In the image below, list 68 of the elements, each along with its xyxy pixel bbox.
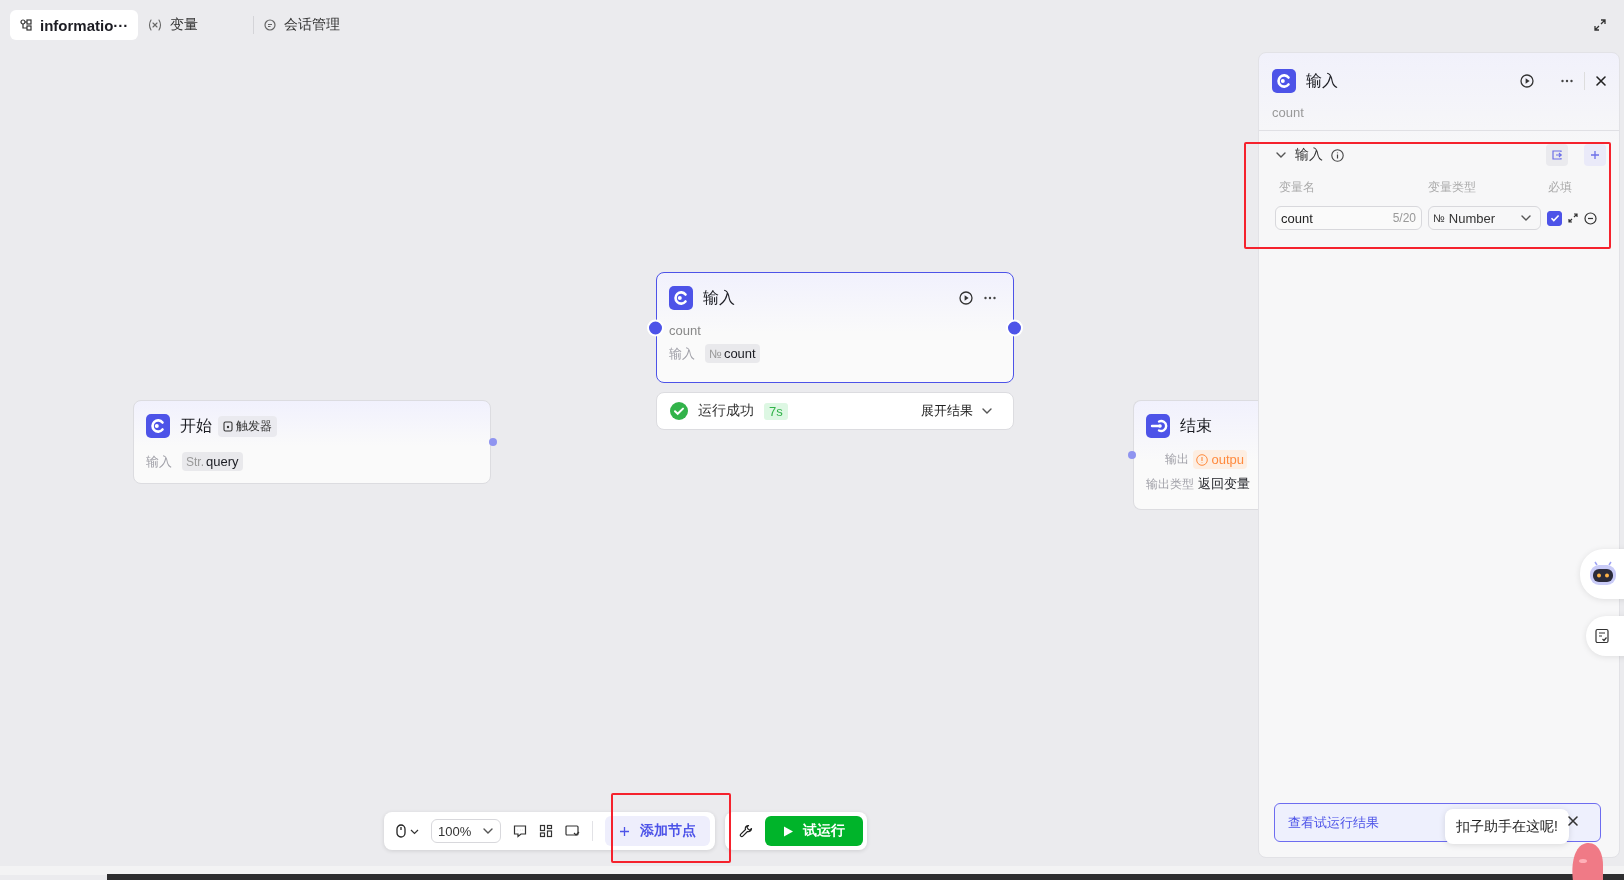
tab[interactable]: 变量	[138, 10, 254, 40]
scroll-bar[interactable]	[107, 874, 1624, 880]
row-value: 返回变量	[1198, 475, 1250, 493]
column-header: 必填	[1548, 179, 1572, 196]
warning-icon	[1196, 453, 1209, 466]
variable-icon	[148, 19, 163, 31]
add-button[interactable]	[1584, 144, 1606, 166]
add-node-button[interactable]: 添加节点	[605, 816, 710, 846]
comment-icon[interactable]	[513, 824, 527, 838]
plus-icon	[1590, 150, 1600, 160]
expand-icon[interactable]	[1594, 19, 1606, 31]
flow-icon	[20, 19, 32, 31]
logo-icon	[669, 286, 693, 310]
row-label: 输出类型	[1146, 475, 1194, 493]
logo-icon	[146, 414, 170, 438]
node-card[interactable]: 输入 count 输入 №count	[656, 272, 1014, 383]
section-title: 输入	[1295, 146, 1323, 164]
variable-tag: Str.query	[182, 452, 243, 471]
required-checkbox[interactable]	[1547, 210, 1562, 226]
node-card[interactable]: 开始 触发器 输入 Str.query	[133, 400, 491, 484]
row-label: 输出	[1164, 451, 1190, 468]
tab[interactable]: 会话管理	[254, 10, 351, 40]
play-icon[interactable]	[959, 291, 973, 305]
play-icon	[783, 825, 793, 837]
notes-button[interactable]	[1586, 616, 1624, 656]
logo-icon	[1272, 69, 1296, 93]
chat-icon	[264, 19, 277, 31]
minimap-icon[interactable]	[565, 824, 580, 838]
column-header: 变量类型	[1428, 179, 1477, 196]
close-icon[interactable]	[1595, 75, 1607, 87]
robot-icon	[1588, 561, 1618, 587]
variable-tag: №count	[705, 344, 760, 363]
trigger-badge: 触发器	[218, 415, 277, 437]
zoom-select[interactable]: 100%	[431, 819, 501, 843]
column-header: 变量名	[1279, 179, 1316, 196]
node-title: 输入	[703, 287, 735, 308]
run-time-badge: 7s	[764, 402, 788, 420]
panel-title: 输入	[1306, 70, 1338, 91]
assistant-tooltip: 扣子助手在这呢!	[1445, 809, 1569, 844]
tab[interactable]: informatio···	[10, 10, 139, 40]
node-title: 结束	[1180, 415, 1212, 436]
node-description: count	[669, 323, 702, 338]
row-label: 输入	[669, 344, 695, 363]
assistant-button[interactable]	[1580, 549, 1624, 599]
run-status: 运行成功	[698, 402, 754, 420]
row-label: 输入	[146, 452, 172, 471]
variable-name-field[interactable]: count 5/20	[1275, 206, 1422, 230]
info-icon	[1331, 148, 1344, 162]
node-card[interactable]: 结束 输出 outpu 输出类型 返回变量	[1133, 400, 1259, 510]
checklist-icon	[1594, 628, 1610, 644]
expand-icon[interactable]	[1568, 213, 1578, 223]
mouse-icon[interactable]	[396, 824, 406, 838]
variable-type-select[interactable]: № Number	[1428, 206, 1541, 230]
lock-icon	[223, 420, 233, 432]
success-icon	[670, 402, 688, 420]
remove-icon[interactable]	[1584, 211, 1597, 225]
output-tag: outpu	[1193, 450, 1247, 469]
layout-icon[interactable]	[539, 824, 553, 838]
node-title: 开始	[180, 415, 212, 436]
import-icon	[1551, 149, 1563, 161]
play-icon[interactable]	[1520, 74, 1534, 88]
logout-icon	[1146, 414, 1170, 438]
close-icon[interactable]	[1567, 815, 1579, 827]
expand-results-button[interactable]: 展开结果	[921, 402, 993, 420]
check-icon	[1549, 213, 1560, 223]
wrench-icon[interactable]	[739, 824, 753, 838]
plus-icon	[619, 825, 630, 837]
node-description: count	[1259, 93, 1619, 131]
